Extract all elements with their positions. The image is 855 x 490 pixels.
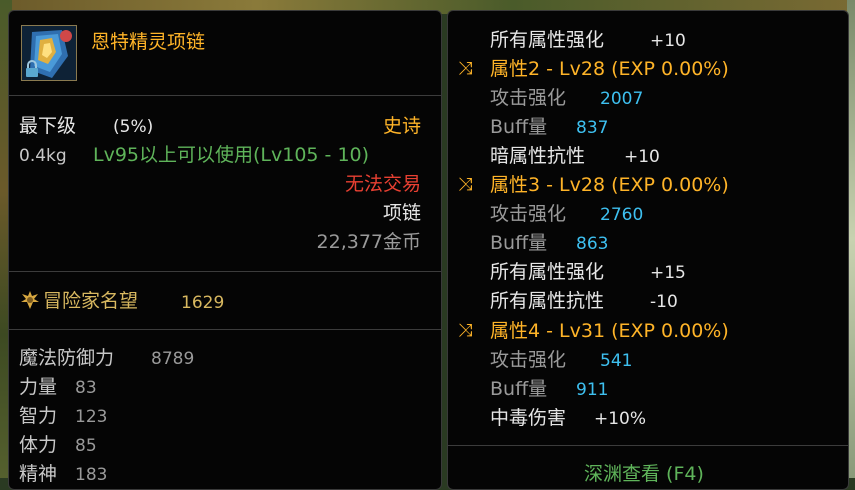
attack-boost-label: 攻击强化 xyxy=(490,349,567,371)
buff-amount-value: 911 xyxy=(576,380,609,400)
dark-resistance-label: 暗属性抗性 xyxy=(490,145,586,167)
shuffle-icon[interactable]: ⤨ xyxy=(458,320,472,342)
divider xyxy=(448,445,848,446)
poison-damage-value: +10% xyxy=(594,409,647,429)
attack-boost-label: 攻击强化 xyxy=(490,87,567,109)
item-tooltip-right-panel: 所有属性强化 +10 ⤨ 属性2 - Lv28 (EXP 0.00%) 攻击强化… xyxy=(447,10,849,490)
divider xyxy=(9,95,441,96)
item-tooltip-left-panel: 恩特精灵项链 最下级 (5%) 史诗 0.4kg Lv95以上可以使用(Lv10… xyxy=(8,10,442,490)
stat-value: 123 xyxy=(75,407,108,427)
stat-value: 183 xyxy=(75,465,108,485)
divider xyxy=(9,271,441,272)
stat-value: 8789 xyxy=(151,349,195,369)
attribute-2-title: 属性2 - Lv28 (EXP 0.00%) xyxy=(490,58,729,80)
stat-value: 83 xyxy=(75,378,97,398)
stat-label: 精神 xyxy=(19,463,58,485)
shuffle-icon[interactable]: ⤨ xyxy=(458,58,472,80)
all-attribute-boost-label: 所有属性强化 xyxy=(490,261,605,283)
poison-damage-label: 中毒伤害 xyxy=(490,407,567,429)
buff-amount-value: 863 xyxy=(576,234,609,254)
all-attribute-resistance-value: -10 xyxy=(650,292,678,312)
buff-amount-value: 837 xyxy=(576,118,609,138)
stat-value: 85 xyxy=(75,436,97,456)
item-level-requirement: Lv95以上可以使用(Lv105 - 10) xyxy=(93,144,370,166)
attack-boost-value: 2007 xyxy=(600,89,644,109)
all-attribute-boost-value: +10 xyxy=(650,31,686,51)
attack-boost-value: 2760 xyxy=(600,205,644,225)
lock-icon xyxy=(26,60,38,77)
all-attribute-boost-label: 所有属性强化 xyxy=(490,29,605,51)
abyss-view-link[interactable]: 深渊查看 (F4) xyxy=(584,463,704,485)
necklace-item-icon xyxy=(21,25,77,81)
stat-label: 体力 xyxy=(19,434,58,456)
item-name: 恩特精灵项链 xyxy=(91,31,206,53)
shuffle-icon[interactable]: ⤨ xyxy=(458,174,472,196)
dark-resistance-value: +10 xyxy=(624,147,660,167)
buff-amount-label: Buff量 xyxy=(490,116,548,138)
attack-boost-value: 541 xyxy=(600,351,633,371)
reputation-crest-icon xyxy=(21,291,39,309)
item-grade: 最下级 xyxy=(19,115,77,137)
item-grade-percent: (5%) xyxy=(113,117,154,137)
reputation-label: 冒险家名望 xyxy=(43,290,139,312)
buff-amount-label: Buff量 xyxy=(490,378,548,400)
all-attribute-resistance-label: 所有属性抗性 xyxy=(490,290,605,312)
item-trade-status: 无法交易 xyxy=(344,173,421,195)
item-price: 22,377金币 xyxy=(316,231,421,253)
item-rarity: 史诗 xyxy=(382,115,421,137)
buff-amount-label: Buff量 xyxy=(490,232,548,254)
item-type: 项链 xyxy=(382,202,421,224)
stat-label: 智力 xyxy=(19,405,58,427)
attack-boost-label: 攻击强化 xyxy=(490,203,567,225)
stat-label: 魔法防御力 xyxy=(19,347,115,369)
reputation-value: 1629 xyxy=(181,293,225,313)
all-attribute-boost-value: +15 xyxy=(650,263,686,283)
stat-label: 力量 xyxy=(19,376,58,398)
item-weight: 0.4kg xyxy=(19,146,67,166)
attribute-3-title: 属性3 - Lv28 (EXP 0.00%) xyxy=(490,174,729,196)
attribute-4-title: 属性4 - Lv31 (EXP 0.00%) xyxy=(490,320,729,342)
divider xyxy=(9,329,441,330)
